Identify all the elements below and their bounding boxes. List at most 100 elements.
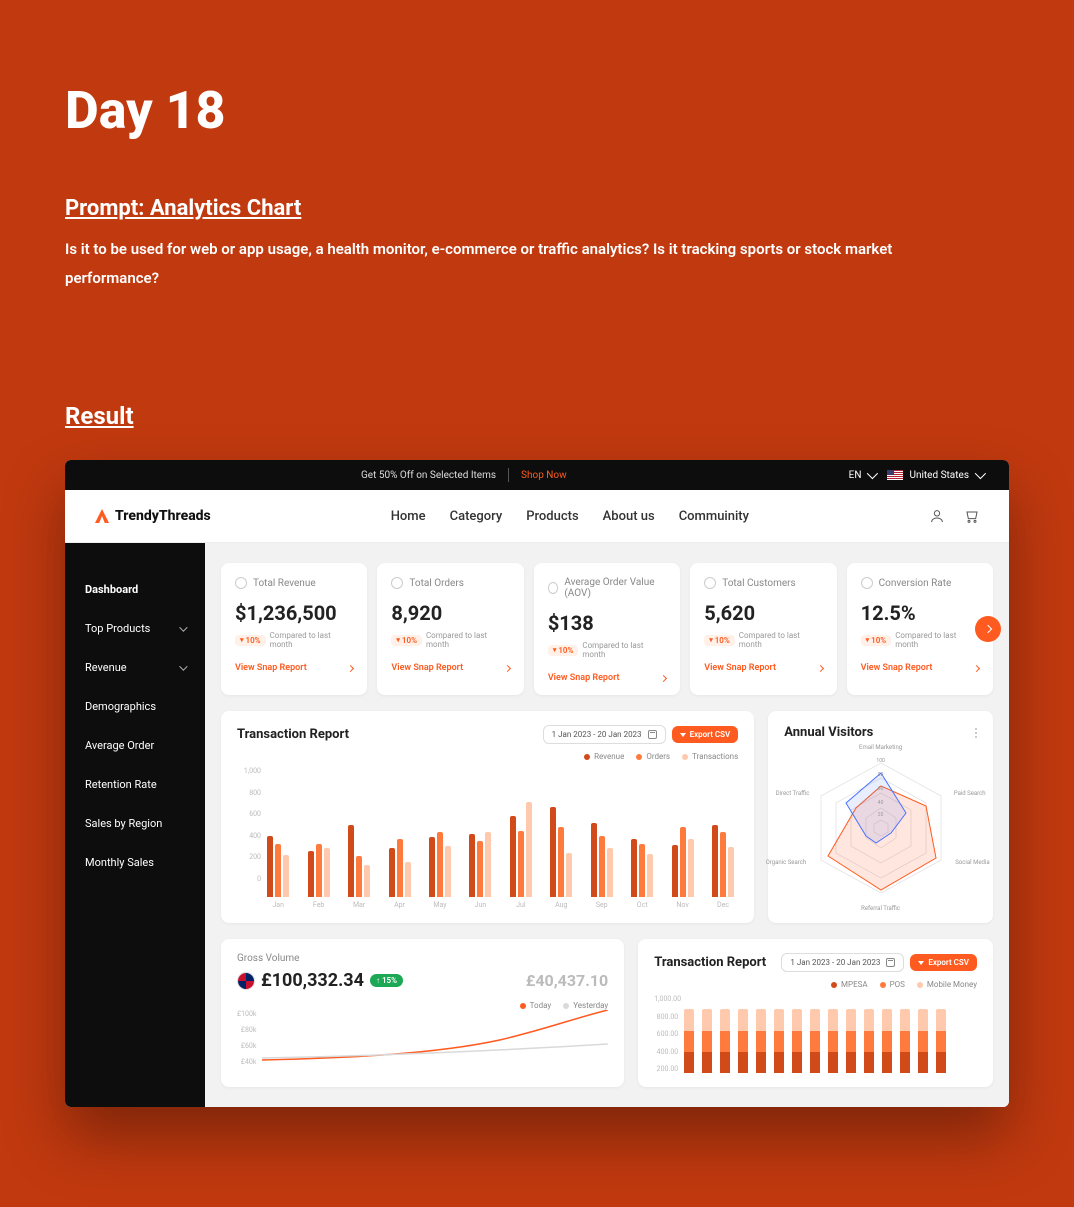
bar <box>720 832 726 897</box>
bar-segment <box>774 1009 784 1031</box>
metric-icon <box>391 577 403 589</box>
radar-tick: 100 <box>876 758 884 764</box>
sidebar-item-label: Average Order <box>85 739 154 752</box>
chevron-down-icon <box>975 468 986 479</box>
country-selector[interactable]: United States <box>887 470 983 481</box>
delta-badge: 10% <box>704 635 735 646</box>
card-value: $1,236,500 <box>235 601 353 625</box>
scroll-right-button[interactable] <box>975 616 1001 642</box>
bar-group <box>587 823 617 897</box>
bar-group <box>425 832 455 897</box>
dashboard-mock: Get 50% Off on Selected Items Shop Now E… <box>65 460 1009 1107</box>
view-report-link[interactable]: View Snap Report <box>391 663 509 673</box>
language-label: EN <box>849 470 862 481</box>
sidebar-item-top-products[interactable]: Top Products <box>65 616 205 641</box>
card-title: Average Order Value (AOV) <box>564 577 666 599</box>
prompt-body: Is it to be used for web or app usage, a… <box>65 235 895 292</box>
shop-now-link[interactable]: Shop Now <box>521 470 567 481</box>
delta-badge: 10% <box>391 635 422 646</box>
result-heading: Result <box>65 402 1009 430</box>
bar <box>526 802 532 897</box>
bar-segment <box>720 1009 730 1031</box>
stacked-bar <box>720 1009 730 1073</box>
country-label: United States <box>909 470 969 481</box>
bar-group <box>303 844 333 897</box>
nav-link[interactable]: Commuinity <box>679 509 749 524</box>
sidebar-item-label: Top Products <box>85 622 150 635</box>
user-icon[interactable] <box>929 508 945 524</box>
export-csv-button[interactable]: Export CSV <box>672 726 739 743</box>
bar <box>267 836 273 897</box>
bar-group <box>506 802 536 897</box>
legend-item: Mobile Money <box>917 980 977 989</box>
date-range-picker[interactable]: 1 Jan 2023 - 20 Jan 2023 <box>543 725 666 744</box>
bar-group <box>344 825 374 897</box>
prompt-heading: Prompt: Analytics Chart <box>65 196 1009 221</box>
y-tick: £60k <box>237 1042 256 1050</box>
sidebar-item-monthly-sales[interactable]: Monthly Sales <box>65 850 205 875</box>
radar-tick: 60 <box>878 786 884 792</box>
x-tick: May <box>425 901 455 909</box>
bar-segment <box>702 1052 712 1073</box>
sidebar-item-dashboard[interactable]: Dashboard <box>65 577 205 602</box>
bar <box>437 832 443 897</box>
stacked-bar <box>738 1009 748 1073</box>
bar-segment <box>702 1031 712 1052</box>
us-flag-icon <box>887 470 903 480</box>
bar <box>405 862 411 897</box>
sidebar-item-demographics[interactable]: Demographics <box>65 694 205 719</box>
view-report-link[interactable]: View Snap Report <box>861 663 979 673</box>
axis-label: Referral Traffic <box>861 905 900 912</box>
y-tick: 200 <box>237 853 261 861</box>
bar-segment <box>738 1009 748 1031</box>
language-selector[interactable]: EN <box>849 470 876 481</box>
brand-logo[interactable]: TrendyThreads <box>95 508 211 524</box>
metric-icon <box>861 577 873 589</box>
view-report-link[interactable]: View Snap Report <box>548 673 666 683</box>
sidebar-item-sales-by-region[interactable]: Sales by Region <box>65 811 205 836</box>
top-bar: Get 50% Off on Selected Items Shop Now E… <box>65 460 1009 490</box>
nav-link[interactable]: Home <box>391 509 426 524</box>
bar-segment <box>810 1031 820 1052</box>
panel-title: Transaction Report <box>237 727 349 742</box>
stacked-bar <box>918 1009 928 1073</box>
charts-row: Transaction Report 1 Jan 2023 - 20 Jan 2… <box>221 711 993 923</box>
gross-volume-main: £100,332.34 ↑ 15% <box>237 970 403 991</box>
x-tick: Sep <box>587 901 617 909</box>
card-value: 12.5% <box>861 601 979 625</box>
y-axis: 1,000.00800.00600.00400.00200.00 <box>654 995 678 1073</box>
view-report-link[interactable]: View Snap Report <box>235 663 353 673</box>
chevron-right-icon <box>660 674 667 681</box>
stacked-bar <box>702 1009 712 1073</box>
sidebar-item-label: Dashboard <box>85 583 138 596</box>
bar-segment <box>792 1031 802 1052</box>
bar-segment <box>810 1052 820 1073</box>
view-report-link[interactable]: View Snap Report <box>704 663 822 673</box>
workspace: Dashboard Top Products Revenue Demographics… <box>65 543 1009 1107</box>
bar <box>591 823 597 897</box>
sidebar-item-average-order[interactable]: Average Order <box>65 733 205 758</box>
date-range-picker[interactable]: 1 Jan 2023 - 20 Jan 2023 <box>781 953 904 972</box>
nav-link[interactable]: Category <box>450 509 503 524</box>
bar-segment <box>756 1031 766 1052</box>
nav-link[interactable]: Products <box>526 509 578 524</box>
sidebar-item-revenue[interactable]: Revenue <box>65 655 205 680</box>
y-tick: 600.00 <box>654 1030 678 1038</box>
kebab-menu-icon[interactable] <box>975 728 977 738</box>
bar-segment <box>756 1052 766 1073</box>
gross-sub-value: £40,437.10 <box>526 971 608 990</box>
bar-group <box>627 839 657 897</box>
delta-badge: ↑ 15% <box>370 974 403 987</box>
compared-label: Compared to last month <box>895 631 979 649</box>
bar <box>728 847 734 897</box>
gross-value: £100,332.34 <box>261 970 364 991</box>
stacked-bar <box>792 1009 802 1073</box>
kpi-card: Total Orders 8,920 10%Compared to last m… <box>377 563 523 695</box>
kpi-card: Conversion Rate 12.5% 10%Compared to las… <box>847 563 993 695</box>
sidebar-item-retention-rate[interactable]: Retention Rate <box>65 772 205 797</box>
bar <box>316 844 322 897</box>
export-csv-button[interactable]: Export CSV <box>910 954 977 971</box>
nav-link[interactable]: About us <box>603 509 655 524</box>
bar-segment <box>828 1052 838 1073</box>
cart-icon[interactable] <box>963 508 979 524</box>
